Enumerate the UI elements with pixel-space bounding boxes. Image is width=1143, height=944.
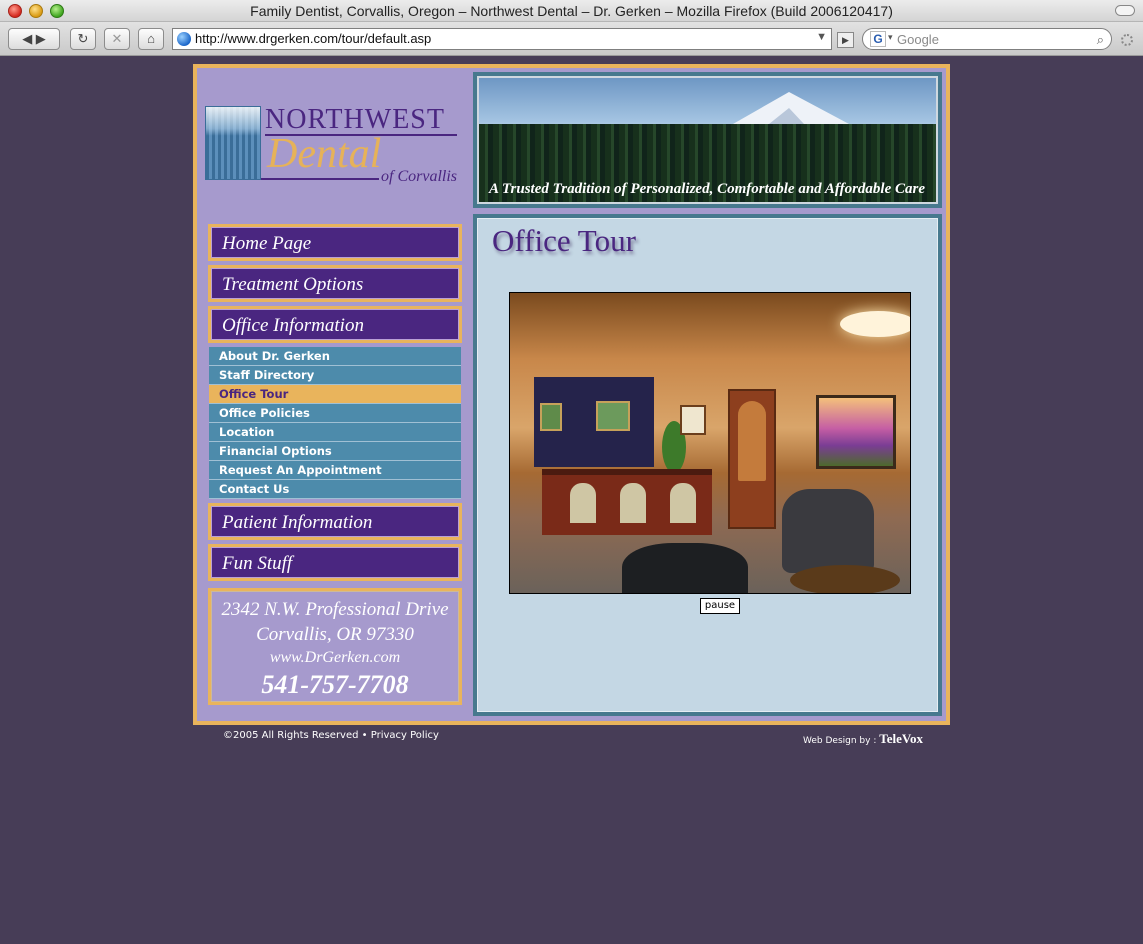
- nav-label: Home Page: [211, 227, 459, 258]
- logo-rule-lower: [261, 178, 379, 180]
- search-engine-dropdown-icon[interactable]: ▾: [888, 32, 893, 43]
- url-bar[interactable]: http://www.drgerken.com/tour/default.asp…: [172, 28, 832, 50]
- door-window-shape: [738, 401, 766, 481]
- submenu-staff-directory[interactable]: Staff Directory: [209, 366, 461, 385]
- main-content: Office Tour pause: [473, 214, 942, 716]
- submenu-office-policies[interactable]: Office Policies: [209, 404, 461, 423]
- armchair-shape: [782, 489, 874, 573]
- landscape-painting-shape: [816, 395, 896, 469]
- search-box[interactable]: G ▾ Google ⌕: [862, 28, 1112, 50]
- footer-right: Web Design by : TeleVox: [803, 731, 923, 747]
- search-engine-icon[interactable]: G: [870, 31, 886, 47]
- nav-label: Patient Information: [211, 506, 459, 537]
- nav-label: Fun Stuff: [211, 547, 459, 578]
- web-design-label: Web Design by :: [803, 736, 877, 746]
- nav-office-information[interactable]: Office Information: [208, 306, 462, 343]
- header-banner: A Trusted Tradition of Personalized, Com…: [473, 72, 942, 208]
- desk-panel-shape: [570, 483, 596, 523]
- nav-fun-stuff[interactable]: Fun Stuff: [208, 544, 462, 581]
- nav-label: Office Information: [211, 309, 459, 340]
- side-table-shape: [790, 565, 900, 593]
- site-frame: NORTHWEST Dental of Corvallis A Trusted …: [193, 64, 950, 725]
- northwest-dental-logo[interactable]: NORTHWEST Dental of Corvallis: [205, 104, 457, 194]
- certificate-frame-shape: [680, 405, 706, 435]
- office-submenu: About Dr. Gerken Staff Directory Office …: [209, 347, 461, 499]
- home-button[interactable]: ⌂: [138, 28, 164, 50]
- nav-label: Treatment Options: [211, 268, 459, 299]
- submenu-financial-options[interactable]: Financial Options: [209, 442, 461, 461]
- address-city: Corvallis, OR 97330: [256, 624, 414, 645]
- go-button[interactable]: ▶: [837, 32, 854, 48]
- url-text[interactable]: http://www.drgerken.com/tour/default.asp: [195, 31, 431, 46]
- slideshow-pause-button[interactable]: pause: [700, 598, 740, 614]
- content-panel: Office Tour pause: [477, 218, 938, 712]
- submenu-about-dr-gerken[interactable]: About Dr. Gerken: [209, 347, 461, 366]
- painting-shape: [540, 403, 562, 431]
- privacy-policy-link[interactable]: Privacy Policy: [371, 730, 439, 741]
- address-inner: 2342 N.W. Professional Drive Corvallis, …: [211, 591, 459, 702]
- footer-left: ©2005 All Rights Reserved • Privacy Poli…: [223, 730, 439, 741]
- page-title: Office Tour: [492, 223, 636, 258]
- mountain-logo-image: [205, 106, 261, 180]
- submenu-location[interactable]: Location: [209, 423, 461, 442]
- submenu-office-tour[interactable]: Office Tour: [209, 385, 461, 404]
- painting-shape: [596, 401, 630, 431]
- site-globe-icon: [177, 32, 191, 46]
- address-street: 2342 N.W. Professional Drive: [221, 599, 449, 620]
- logo-dental-text: Dental: [267, 131, 382, 177]
- url-dropdown-icon[interactable]: ▼: [816, 31, 827, 43]
- office-tour-slideshow-image: [509, 292, 911, 594]
- desk-panel-shape: [620, 483, 646, 523]
- copyright-text: ©2005 All Rights Reserved •: [223, 730, 368, 741]
- window-titlebar: Family Dentist, Corvallis, Oregon – Nort…: [0, 0, 1143, 22]
- televox-link[interactable]: TeleVox: [879, 731, 923, 746]
- desk-panel-shape: [670, 483, 696, 523]
- left-navigation: Home Page Treatment Options Office Infor…: [208, 224, 462, 585]
- nav-home-page[interactable]: Home Page: [208, 224, 462, 261]
- submenu-request-appointment[interactable]: Request An Appointment: [209, 461, 461, 480]
- window-title: Family Dentist, Corvallis, Oregon – Nort…: [250, 3, 893, 19]
- activity-throbber-icon: [1121, 34, 1133, 46]
- reload-button[interactable]: ↻: [70, 28, 96, 50]
- ceiling-lamp-shape: [840, 311, 910, 337]
- browser-toolbar: ◀ ▶ ↻ ✕ ⌂ http://www.drgerken.com/tour/d…: [0, 22, 1143, 56]
- search-placeholder[interactable]: Google: [897, 32, 939, 47]
- banner-tagline: A Trusted Tradition of Personalized, Com…: [489, 181, 925, 197]
- submenu-contact-us[interactable]: Contact Us: [209, 480, 461, 499]
- leather-chair-shape: [622, 543, 748, 593]
- site-inner: NORTHWEST Dental of Corvallis A Trusted …: [197, 68, 946, 721]
- nav-treatment-options[interactable]: Treatment Options: [208, 265, 462, 302]
- mountain-banner-image: A Trusted Tradition of Personalized, Com…: [477, 76, 938, 204]
- nav-patient-information[interactable]: Patient Information: [208, 503, 462, 540]
- toolbar-toggle-icon[interactable]: [1115, 5, 1135, 16]
- address-website: www.DrGerken.com: [269, 649, 401, 666]
- search-icon[interactable]: ⌕: [1097, 32, 1104, 48]
- address-box: 2342 N.W. Professional Drive Corvallis, …: [208, 588, 462, 705]
- stop-button[interactable]: ✕: [104, 28, 130, 50]
- address-phone: 541-757-7708: [261, 670, 409, 699]
- logo-corvallis-text: of Corvallis: [381, 168, 458, 185]
- back-forward-button[interactable]: ◀ ▶: [8, 28, 60, 50]
